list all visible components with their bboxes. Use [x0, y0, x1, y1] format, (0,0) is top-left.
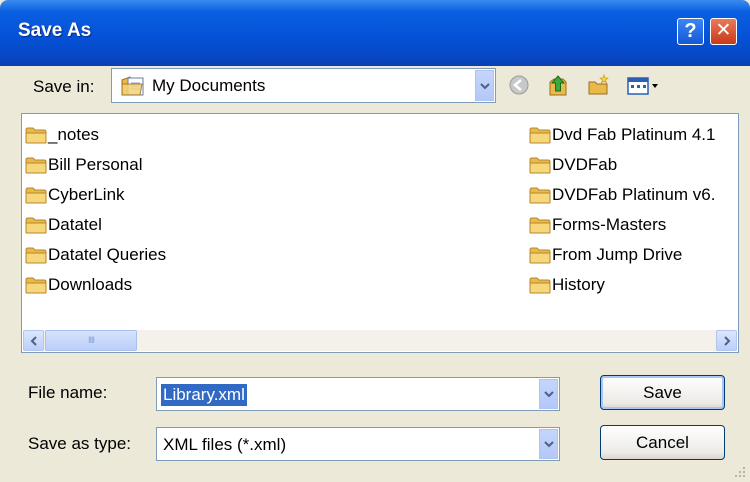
file-name-value: Library.xml: [161, 384, 247, 406]
scroll-thumb[interactable]: IIII: [45, 330, 137, 351]
horizontal-scrollbar[interactable]: IIII: [23, 330, 737, 351]
create-new-folder-icon[interactable]: [587, 72, 611, 98]
folder-icon: [25, 276, 47, 294]
file-item-label: Dvd Fab Platinum 4.1: [552, 125, 716, 144]
folder-icon: [529, 156, 551, 174]
file-item-label: _notes: [48, 125, 100, 144]
folder-icon: [529, 186, 551, 204]
file-name-dropdown-arrow[interactable]: [539, 379, 558, 409]
save-in-dropdown[interactable]: My Documents: [111, 68, 496, 103]
file-item-label: DVDFab: [552, 155, 618, 174]
save-in-label: Save in:: [33, 77, 95, 96]
folder-icon: [529, 216, 551, 234]
file-name-field[interactable]: Library.xml: [156, 377, 560, 411]
folder-icon: [529, 126, 551, 144]
file-item-label: CyberLink: [48, 185, 125, 204]
file-item-label: Datatel Queries: [48, 245, 167, 264]
save-as-type-value: XML files (*.xml): [163, 435, 287, 454]
list-item[interactable]: _notes: [25, 124, 99, 146]
dialog-title: Save As: [18, 20, 92, 41]
help-button[interactable]: ?: [677, 18, 704, 45]
save-in-dropdown-arrow[interactable]: [475, 70, 494, 101]
list-item[interactable]: From Jump Drive: [529, 244, 682, 266]
chevron-down-icon: [544, 440, 554, 448]
file-item-label: Downloads: [48, 275, 133, 294]
folder-icon: [25, 126, 47, 144]
chevron-down-icon: [544, 390, 554, 398]
file-item-label: Bill Personal: [48, 155, 143, 174]
list-item[interactable]: Bill Personal: [25, 154, 143, 176]
save-as-type-dropdown[interactable]: XML files (*.xml): [156, 427, 560, 461]
save-as-type-dropdown-arrow[interactable]: [539, 429, 558, 459]
close-button[interactable]: ✕: [710, 18, 737, 45]
folder-icon: [25, 216, 47, 234]
save-button[interactable]: Save: [600, 375, 725, 410]
my-documents-icon: [121, 76, 144, 96]
file-item-label: History: [552, 275, 605, 294]
title-bar[interactable]: Save As ? ✕: [0, 0, 750, 66]
chevron-right-icon: [723, 335, 730, 346]
list-item[interactable]: Datatel Queries: [25, 244, 166, 266]
list-item[interactable]: DVDFab: [529, 154, 617, 176]
up-one-level-icon[interactable]: [547, 72, 571, 98]
chevron-down-icon: [480, 82, 490, 90]
folder-icon: [529, 246, 551, 264]
list-item[interactable]: Dvd Fab Platinum 4.1: [529, 124, 715, 146]
list-item[interactable]: History: [529, 274, 605, 296]
resize-grip-icon[interactable]: [732, 464, 746, 478]
list-item[interactable]: DVDFab Platinum v6.: [529, 184, 715, 206]
file-item-label: From Jump Drive: [552, 245, 683, 264]
file-list[interactable]: _notes Bill Personal CyberLink Datatel D…: [21, 113, 739, 353]
file-item-label: DVDFab Platinum v6.: [552, 185, 716, 204]
list-item[interactable]: Downloads: [25, 274, 132, 296]
list-item[interactable]: Datatel: [25, 214, 102, 236]
scroll-right-button[interactable]: [716, 330, 737, 351]
file-item-label: Forms-Masters: [552, 215, 667, 234]
scroll-left-button[interactable]: [23, 330, 44, 351]
back-icon[interactable]: [507, 72, 531, 98]
save-in-value: My Documents: [152, 76, 266, 95]
cancel-button[interactable]: Cancel: [600, 425, 725, 460]
folder-icon: [25, 246, 47, 264]
chevron-left-icon: [30, 335, 37, 346]
view-menu-icon[interactable]: [626, 72, 662, 98]
folder-icon: [529, 276, 551, 294]
file-name-label: File name:: [28, 383, 108, 402]
folder-icon: [25, 186, 47, 204]
list-item[interactable]: Forms-Masters: [529, 214, 666, 236]
save-as-dialog: Save As ? ✕ Save in: My Documents _notes…: [0, 0, 750, 482]
save-as-type-label: Save as type:: [28, 434, 132, 453]
folder-icon: [25, 156, 47, 174]
list-item[interactable]: CyberLink: [25, 184, 125, 206]
file-item-label: Datatel: [48, 215, 102, 234]
